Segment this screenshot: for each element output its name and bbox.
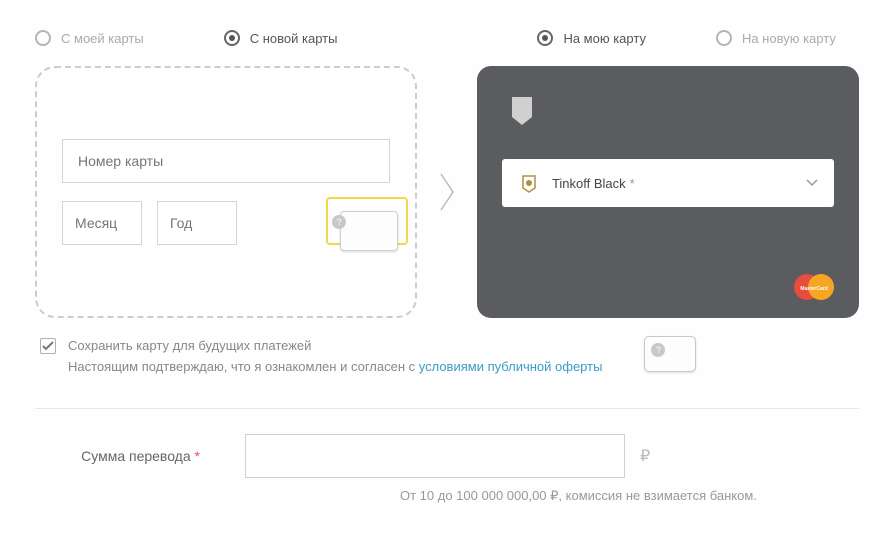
radio-label: На мою карту xyxy=(563,31,646,46)
tinkoff-logo-icon xyxy=(502,89,542,129)
year-input[interactable] xyxy=(157,201,237,245)
save-card-row: Сохранить карту для будущих платежей Нас… xyxy=(0,318,894,378)
source-card-panel: ? xyxy=(35,66,417,318)
offer-link[interactable]: условиями публичной оферты xyxy=(419,359,603,374)
radio-from-my-card[interactable]: С моей карты xyxy=(35,30,144,46)
radio-label: С новой карты xyxy=(250,31,338,46)
expiry-row: ? xyxy=(62,201,390,245)
mastercard-icon: MasterCard xyxy=(791,272,837,302)
cards-row: ? Tinkoff Black* MasterCard xyxy=(0,66,894,318)
chevron-down-icon xyxy=(806,174,818,192)
radio-icon xyxy=(537,30,553,46)
month-input[interactable] xyxy=(62,201,142,245)
card-select-dropdown[interactable]: Tinkoff Black* xyxy=(502,159,834,207)
help-icon: ? xyxy=(651,343,665,357)
amount-input[interactable] xyxy=(245,434,625,478)
radio-icon xyxy=(224,30,240,46)
cvv-wrapper: ? xyxy=(332,203,390,243)
target-card-panel: Tinkoff Black* MasterCard xyxy=(477,66,859,318)
svg-text:MasterCard: MasterCard xyxy=(800,286,828,292)
radio-to-my-card[interactable]: На мою карту xyxy=(537,30,646,46)
radio-from-new-card[interactable]: С новой карты xyxy=(224,30,338,46)
radio-label: На новую карту xyxy=(742,31,836,46)
cvv-input[interactable] xyxy=(340,211,398,251)
save-text: Сохранить карту для будущих платежей Нас… xyxy=(68,336,602,378)
save-checkbox[interactable] xyxy=(40,338,56,354)
radio-label: С моей карты xyxy=(61,31,144,46)
radio-icon xyxy=(35,30,51,46)
card-number-input[interactable] xyxy=(62,139,390,183)
radio-to-new-card[interactable]: На новую карту xyxy=(716,30,836,46)
help-badge[interactable]: ? xyxy=(644,336,696,372)
card-select-label: Tinkoff Black* xyxy=(552,176,794,191)
divider xyxy=(35,408,859,409)
arrow-icon xyxy=(437,172,457,212)
card-type-icon xyxy=(518,172,540,194)
radio-tabs-row: С моей карты С новой карты На мою карту … xyxy=(0,0,894,66)
amount-label: Сумма перевода * xyxy=(35,448,245,464)
amount-hint: От 10 до 100 000 000,00 ₽, комиссия не в… xyxy=(0,478,894,504)
help-icon[interactable]: ? xyxy=(332,215,346,229)
currency-label: ₽ xyxy=(640,446,650,466)
radio-icon xyxy=(716,30,732,46)
amount-row: Сумма перевода * ₽ xyxy=(0,434,894,478)
